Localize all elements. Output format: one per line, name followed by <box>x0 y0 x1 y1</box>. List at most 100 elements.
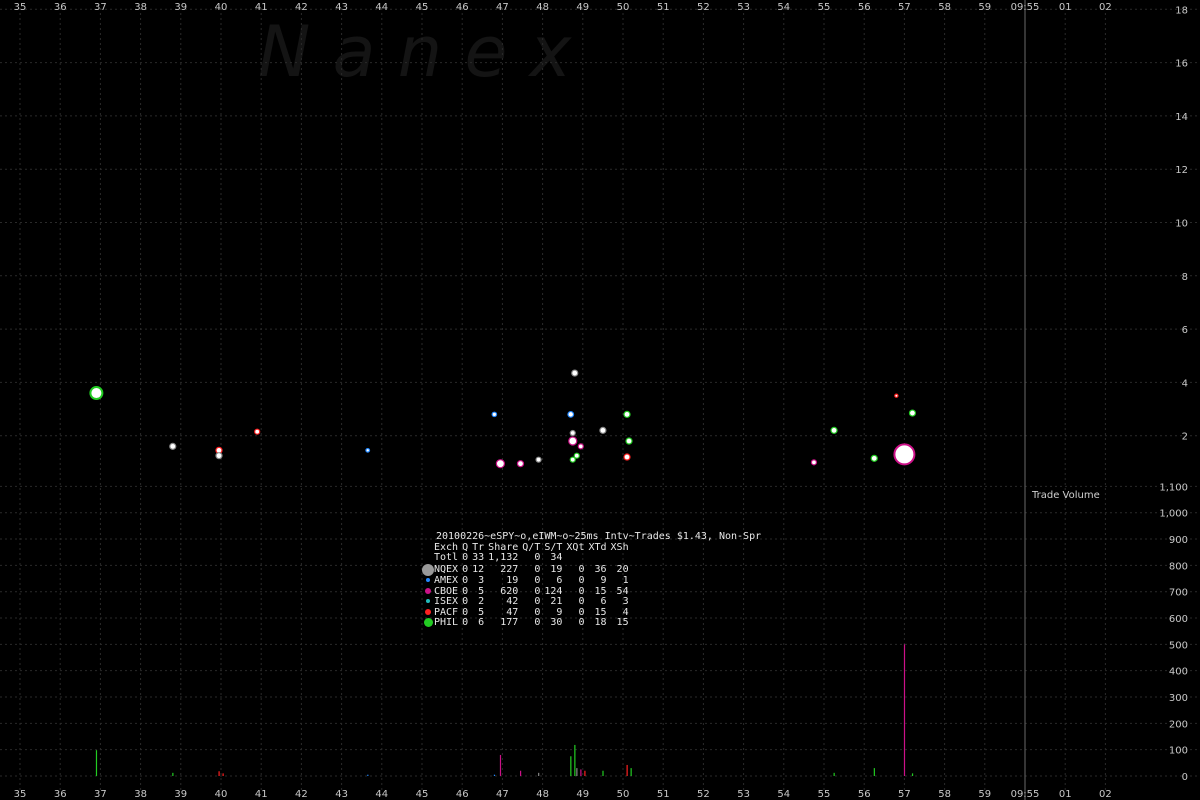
x-tick-top: 49 <box>576 2 589 13</box>
x-tick-bottom: 50 <box>617 789 630 800</box>
price-tick: 16 <box>1175 59 1188 70</box>
x-tick-bottom: 40 <box>215 789 228 800</box>
volume-tick: 400 <box>1169 667 1188 678</box>
trade-point <box>810 459 818 466</box>
legend-value-cell: 0 <box>578 575 585 586</box>
volume-bar <box>833 772 835 776</box>
price-tick: 4 <box>1182 378 1188 389</box>
volume-bar <box>584 770 586 776</box>
x-tick-top: 45 <box>416 2 429 13</box>
x-tick-top: 02 <box>1099 2 1112 13</box>
x-tick-top: 38 <box>134 2 147 13</box>
x-tick-top: 44 <box>375 2 388 13</box>
legend-header-cell: XTd <box>588 541 607 553</box>
x-tick-bottom: 47 <box>496 789 509 800</box>
trade-point <box>623 410 631 418</box>
legend-exchange-name: AMEX <box>434 575 459 586</box>
volume-bar <box>172 772 174 776</box>
trade-point <box>893 443 916 466</box>
x-tick-top: 53 <box>737 2 750 13</box>
volume-bar <box>630 768 632 776</box>
x-tick-bottom: 46 <box>456 789 469 800</box>
x-tick-bottom: 59 <box>978 789 991 800</box>
legend-swatch <box>422 563 434 576</box>
legend-value-cell: 0 <box>534 617 541 629</box>
legend-value-cell: 34 <box>550 552 563 563</box>
volume-bar <box>602 770 604 776</box>
legend-value-cell: 9 <box>600 575 607 586</box>
legend-row: PHIL 0 6 177 0 30 0 18 15 <box>422 618 631 629</box>
legend-exchange-name: ISEX <box>434 596 459 607</box>
trade-point <box>908 409 917 417</box>
legend-value-cell: 18 <box>594 617 607 629</box>
legend-value-cell: 177 <box>500 617 519 629</box>
legend-body: Totl 0 33 1,132 0 34 NQEX 0 12 227 0 19 0 36 20 AMEX 0 3 1… <box>422 552 631 629</box>
price-tick: 6 <box>1182 325 1188 336</box>
volume-bar <box>519 770 522 776</box>
volume-axis-label: Trade Volume <box>1031 490 1100 501</box>
x-tick-top: 41 <box>255 2 268 13</box>
legend-value-cell: 2 <box>478 596 485 607</box>
x-tick-bottom: 48 <box>536 789 549 800</box>
legend-swatch <box>426 599 430 603</box>
legend-value-cell: 0 <box>462 617 469 629</box>
volume-tick: 1,000 <box>1159 509 1188 520</box>
legend-exchange-name: Totl <box>434 552 459 563</box>
legend-row: ISEX 0 2 42 0 21 0 6 3 <box>422 596 631 608</box>
legend-exchange-name: PHIL <box>434 617 459 629</box>
x-tick-top: 36 <box>54 2 67 13</box>
x-tick-bottom: 56 <box>858 789 871 800</box>
volume-bar <box>626 764 628 776</box>
x-tick-bottom: 39 <box>174 789 187 800</box>
legend-header-cell: XQt <box>566 541 585 553</box>
x-tick-top: 54 <box>777 2 790 13</box>
volume-tick: 300 <box>1169 693 1188 704</box>
x-tick-bottom: 37 <box>94 789 107 800</box>
legend-value-cell: 21 <box>550 596 563 607</box>
volume-tick: 600 <box>1169 614 1188 625</box>
legend-table: Exch Q Tr Share Q/T S/T XQt XTd XSh Totl 0 33 1,132… <box>422 541 631 630</box>
x-tick-bottom: 58 <box>938 789 951 800</box>
volume-tick: 900 <box>1169 535 1188 546</box>
legend-value-cell: 6 <box>556 575 563 586</box>
volume-bar <box>367 774 369 776</box>
legend-title: 20100226~eSPY~o,eIWM~o~25ms Intv~Trades … <box>436 531 762 542</box>
x-tick-bottom: 38 <box>134 789 147 800</box>
watermark-text: N a n e x <box>258 11 572 93</box>
legend-value-cell: 0 <box>462 552 469 563</box>
volume-bar <box>538 772 540 776</box>
volume-bar <box>570 756 572 776</box>
legend-value-cell: 42 <box>506 596 519 607</box>
legend-swatch <box>425 608 431 615</box>
legend-swatch <box>426 578 430 582</box>
legend-value-cell: 0 <box>462 596 469 607</box>
x-tick-top: 46 <box>456 2 469 13</box>
trade-point <box>569 429 576 437</box>
x-tick-bottom: 35 <box>14 789 27 800</box>
x-tick-bottom: 01 <box>1059 789 1072 800</box>
volume-tick: 500 <box>1169 640 1188 651</box>
x-tick-top: 51 <box>657 2 670 13</box>
legend-value-cell: 1,132 <box>488 552 519 563</box>
legend-value-cell: 15 <box>616 617 629 629</box>
volume-tick: 800 <box>1169 561 1188 572</box>
x-tick-bottom: 41 <box>255 789 268 800</box>
trade-point <box>89 386 104 401</box>
exchange-legend: 20100226~eSPY~o,eIWM~o~25ms Intv~Trades … <box>422 531 762 630</box>
x-tick-bottom: 57 <box>898 789 911 800</box>
legend-value-cell: 6 <box>478 617 485 629</box>
x-tick-top: 52 <box>697 2 710 13</box>
x-tick-bottom: 49 <box>576 789 589 800</box>
x-tick-top: 48 <box>536 2 549 13</box>
x-tick-top: 47 <box>496 2 509 13</box>
x-tick-top: 40 <box>215 2 228 13</box>
legend-value-cell: 6 <box>600 596 607 607</box>
x-tick-top: 57 <box>898 2 911 13</box>
legend-value-cell <box>586 553 608 564</box>
volume-bar <box>576 768 578 776</box>
legend-value-cell <box>609 553 631 564</box>
x-tick-bottom: 36 <box>54 789 67 800</box>
x-tick-bottom: 02 <box>1099 789 1112 800</box>
legend-value-cell: 3 <box>622 596 629 607</box>
trade-point <box>577 443 584 450</box>
